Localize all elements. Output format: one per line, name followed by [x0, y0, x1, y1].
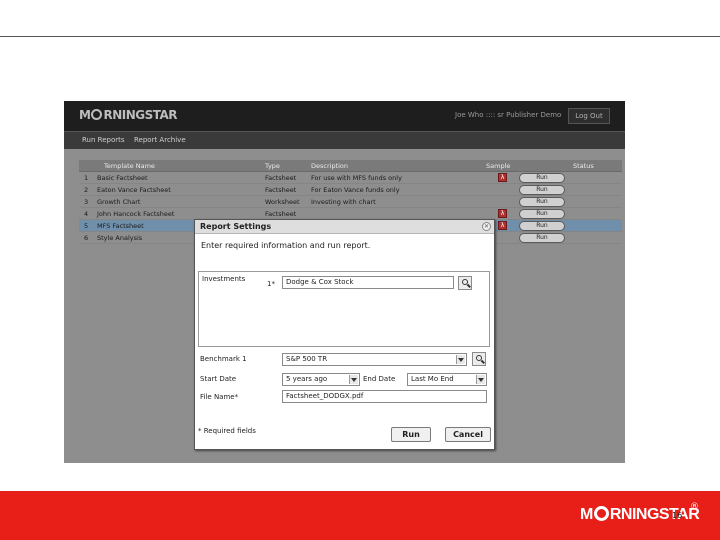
investments-label: Investments: [202, 275, 246, 283]
row-template-name: Growth Chart: [97, 198, 141, 206]
app-logo: M RNINGSTAR: [79, 108, 178, 122]
row-template-name: Style Analysis: [97, 234, 143, 242]
row-run-button[interactable]: Run: [519, 185, 565, 195]
row-number: 6: [84, 234, 89, 242]
investments-list: [267, 294, 488, 345]
slide: M RNINGSTAR Joe Who :::: sr Publisher Dem…: [0, 0, 720, 540]
row-run-button[interactable]: Run: [519, 209, 565, 219]
file-name-input[interactable]: Factsheet_DODGX.pdf: [282, 390, 487, 403]
report-settings-dialog: Report Settings ✕ Enter required informa…: [194, 219, 495, 450]
dialog-title: Report Settings: [200, 222, 272, 231]
header-sample: Sample: [486, 162, 511, 170]
benchmark-select[interactable]: S&P 500 TR: [282, 353, 467, 366]
file-name-label: File Name*: [200, 393, 239, 401]
row-template-name: Basic Factsheet: [97, 174, 148, 182]
logout-button[interactable]: Log Out: [568, 108, 610, 124]
investment-search-icon[interactable]: [458, 276, 472, 290]
table-row[interactable]: 2 Eaton Vance Factsheet Factsheet For Eaton…: [79, 184, 622, 196]
end-date-select[interactable]: Last Mo End: [407, 373, 487, 386]
run-button[interactable]: Run: [391, 427, 431, 442]
chevron-down-icon[interactable]: [456, 355, 465, 364]
pdf-icon[interactable]: λ: [498, 209, 507, 218]
app-tabbar: Run Reports Report Archive: [64, 131, 625, 149]
tab-report-archive[interactable]: Report Archive: [134, 136, 186, 144]
pdf-icon[interactable]: λ: [498, 173, 507, 182]
footer-bar: M RNINGSTAR ®: [0, 491, 720, 540]
start-date-select[interactable]: 5 years ago: [282, 373, 360, 386]
row-run-button[interactable]: Run: [519, 221, 565, 231]
end-date-label: End Date: [363, 375, 396, 383]
chevron-down-icon[interactable]: [476, 375, 485, 384]
row-description: For Eaton Vance funds only: [311, 186, 400, 194]
row-number: 4: [84, 210, 89, 218]
top-divider: [0, 36, 720, 37]
investment-number: 1*: [267, 280, 275, 288]
benchmark-label: Benchmark 1: [200, 355, 247, 363]
dialog-titlebar: Report Settings ✕: [195, 220, 494, 234]
header-template-name[interactable]: Template Name: [104, 162, 155, 170]
table-row[interactable]: 3 Growth Chart Worksheet Investing with cha…: [79, 196, 622, 208]
table-row[interactable]: 1 Basic Factsheet Factsheet For use with MF…: [79, 172, 622, 184]
cancel-button[interactable]: Cancel: [445, 427, 491, 442]
header-description[interactable]: Description: [311, 162, 348, 170]
registered-mark: ®: [690, 502, 699, 512]
dialog-instructions: Enter required information and run repor…: [201, 241, 371, 250]
row-type: Factsheet: [265, 186, 297, 194]
tab-run-reports[interactable]: Run Reports: [82, 136, 125, 144]
row-run-button[interactable]: Run: [519, 233, 565, 243]
app-header: M RNINGSTAR Joe Who :::: sr Publisher Dem…: [64, 101, 625, 131]
required-note: * Required fields: [198, 427, 256, 435]
row-template-name: Eaton Vance Factsheet: [97, 186, 171, 194]
row-type: Factsheet: [265, 174, 297, 182]
header-status: Status: [573, 162, 594, 170]
row-type: Worksheet: [265, 198, 300, 206]
row-number: 2: [84, 186, 89, 194]
row-number: 5: [84, 222, 89, 230]
row-description: For use with MFS funds only: [311, 174, 402, 182]
row-number: 1: [84, 174, 89, 182]
row-number: 3: [84, 198, 89, 206]
close-icon[interactable]: ✕: [482, 222, 491, 231]
row-type: Factsheet: [265, 210, 297, 218]
row-description: Investing with chart: [311, 198, 376, 206]
page-number: 16: [672, 511, 683, 520]
investments-panel: Investments 1* Dodge & Cox Stock: [198, 271, 490, 347]
table-header: Template Name Type Description Sample St…: [79, 160, 622, 172]
row-run-button[interactable]: Run: [519, 173, 565, 183]
benchmark-search-icon[interactable]: [472, 352, 486, 366]
row-run-button[interactable]: Run: [519, 197, 565, 207]
row-template-name: MFS Factsheet: [97, 222, 144, 230]
investment-input[interactable]: Dodge & Cox Stock: [282, 276, 454, 289]
pdf-icon[interactable]: λ: [498, 221, 507, 230]
start-date-label: Start Date: [200, 375, 237, 383]
chevron-down-icon[interactable]: [349, 375, 358, 384]
user-info: Joe Who :::: sr Publisher Demo: [455, 111, 562, 119]
header-type[interactable]: Type: [265, 162, 280, 170]
row-template-name: John Hancock Factsheet: [97, 210, 175, 218]
